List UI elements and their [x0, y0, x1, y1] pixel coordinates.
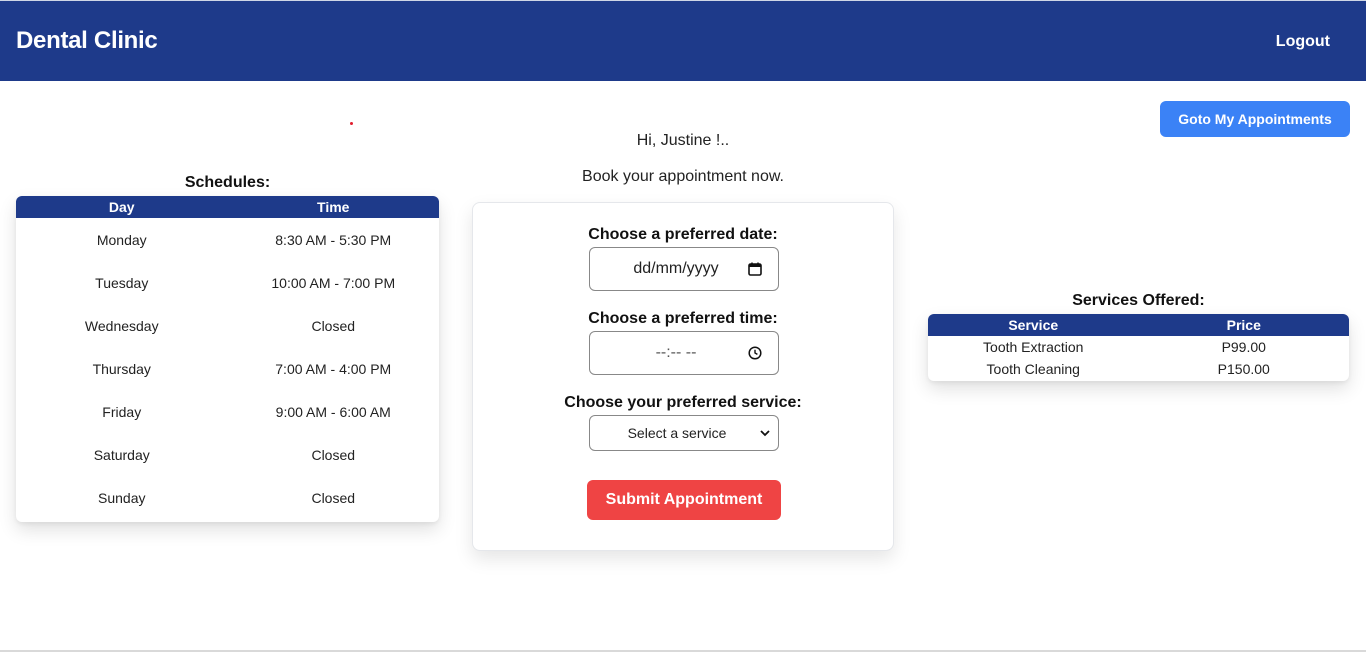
- table-row: Tooth Cleaning P150.00: [928, 358, 1349, 380]
- schedule-day: Monday: [96, 231, 147, 248]
- column-header-price: Price: [1226, 317, 1261, 333]
- date-label: Choose a preferred date:: [588, 226, 778, 243]
- services-title: Services Offered:: [1072, 292, 1205, 309]
- navbar: Dental Clinic Logout: [0, 0, 1366, 81]
- table-row: Wednesday Closed: [16, 304, 439, 347]
- column-header-service: Service: [1008, 317, 1059, 333]
- schedule-day: Thursday: [92, 360, 151, 377]
- schedules-title: Schedules:: [184, 174, 271, 191]
- column-header-time: Time: [317, 199, 350, 215]
- time-input[interactable]: --:-- --: [589, 331, 779, 375]
- table-row: Friday 9:00 AM - 6:00 AM: [16, 390, 439, 433]
- schedule-day: Wednesday: [84, 317, 159, 334]
- service-name: Tooth Cleaning: [986, 361, 1080, 377]
- goto-appointments-button[interactable]: Goto My Appointments: [1160, 101, 1350, 137]
- service-label: Choose your preferred service:: [564, 394, 802, 411]
- schedule-time: Closed: [311, 489, 356, 506]
- table-row: Saturday Closed: [16, 433, 439, 476]
- red-dot-marker: [350, 122, 353, 125]
- schedule-time: Closed: [311, 446, 356, 463]
- table-row: Sunday Closed: [16, 476, 439, 519]
- services-table: Service Price Tooth Extraction P99.00 To…: [928, 314, 1349, 381]
- time-placeholder: --:-- --: [655, 344, 697, 361]
- submit-appointment-button[interactable]: Submit Appointment: [587, 480, 781, 520]
- table-row: Tuesday 10:00 AM - 7:00 PM: [16, 261, 439, 304]
- clock-icon[interactable]: [748, 346, 778, 360]
- logout-link[interactable]: Logout: [1276, 33, 1330, 51]
- schedules-table: Day Time Monday 8:30 AM - 5:30 PM Tuesda…: [16, 196, 439, 522]
- schedule-time: 8:30 AM - 5:30 PM: [275, 231, 392, 248]
- greeting-text: Hi, Justine !..: [636, 132, 730, 149]
- service-select[interactable]: Select a service: [589, 415, 779, 451]
- service-selected-value: Select a service: [627, 425, 727, 441]
- schedules-header-row: Day Time: [16, 196, 439, 218]
- service-price: P99.00: [1221, 339, 1266, 355]
- schedule-time: 9:00 AM - 6:00 AM: [275, 403, 391, 420]
- schedule-time: 10:00 AM - 7:00 PM: [271, 274, 396, 291]
- chevron-down-icon: [752, 429, 778, 437]
- schedule-day: Sunday: [98, 489, 146, 506]
- schedule-time: 7:00 AM - 4:00 PM: [275, 360, 392, 377]
- services-header-row: Service Price: [928, 314, 1349, 336]
- schedule-day: Friday: [102, 403, 142, 420]
- schedule-time: Closed: [311, 317, 356, 334]
- table-row: Thursday 7:00 AM - 4:00 PM: [16, 347, 439, 390]
- appointment-form: Choose a preferred date: dd/mm/yyyy Choo…: [472, 202, 894, 551]
- booking-prompt: Book your appointment now.: [582, 168, 784, 185]
- brand-title: Dental Clinic: [16, 27, 158, 54]
- column-header-day: Day: [108, 199, 135, 215]
- schedule-day: Tuesday: [95, 274, 149, 291]
- date-input[interactable]: dd/mm/yyyy: [589, 247, 779, 291]
- calendar-icon[interactable]: [748, 262, 778, 276]
- date-placeholder: dd/mm/yyyy: [633, 260, 719, 277]
- table-row: Monday 8:30 AM - 5:30 PM: [16, 218, 439, 261]
- time-label: Choose a preferred time:: [588, 310, 778, 327]
- schedule-day: Saturday: [93, 446, 150, 463]
- table-row: Tooth Extraction P99.00: [928, 336, 1349, 358]
- service-price: P150.00: [1217, 361, 1270, 377]
- service-name: Tooth Extraction: [983, 339, 1084, 355]
